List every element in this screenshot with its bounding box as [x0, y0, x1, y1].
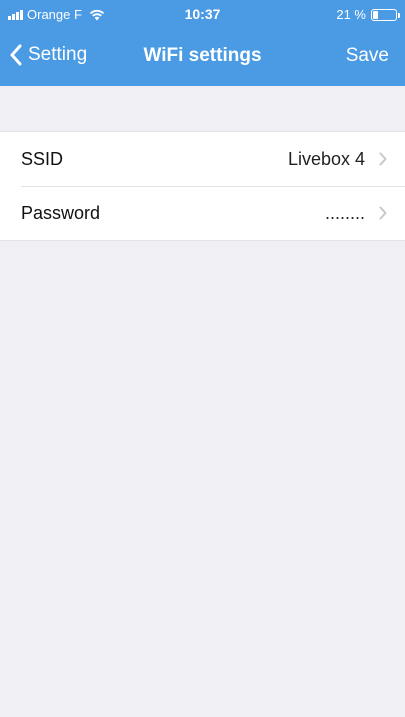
- header: Orange F 10:37 21 % Setting WiFi setting…: [0, 0, 405, 86]
- chevron-right-icon: [379, 206, 387, 220]
- battery-fill: [373, 10, 378, 19]
- battery-percent: 21 %: [336, 7, 366, 22]
- ssid-label: SSID: [21, 148, 64, 169]
- nav-bar: Setting WiFi settings Save: [0, 30, 405, 86]
- status-bar: Orange F 10:37 21 %: [0, 0, 405, 30]
- password-row[interactable]: Password ........: [0, 186, 405, 240]
- status-right: 21 %: [336, 7, 400, 22]
- page-title: WiFi settings: [143, 45, 262, 66]
- save-button[interactable]: Save: [346, 45, 389, 67]
- settings-list: SSID Livebox 4 Password ........: [0, 131, 405, 241]
- password-value: ........: [324, 202, 365, 223]
- ssid-value: Livebox 4: [287, 148, 365, 169]
- battery-icon: [371, 8, 400, 21]
- ssid-row[interactable]: SSID Livebox 4: [0, 132, 405, 186]
- password-label: Password: [21, 202, 101, 223]
- chevron-right-icon: [379, 152, 387, 166]
